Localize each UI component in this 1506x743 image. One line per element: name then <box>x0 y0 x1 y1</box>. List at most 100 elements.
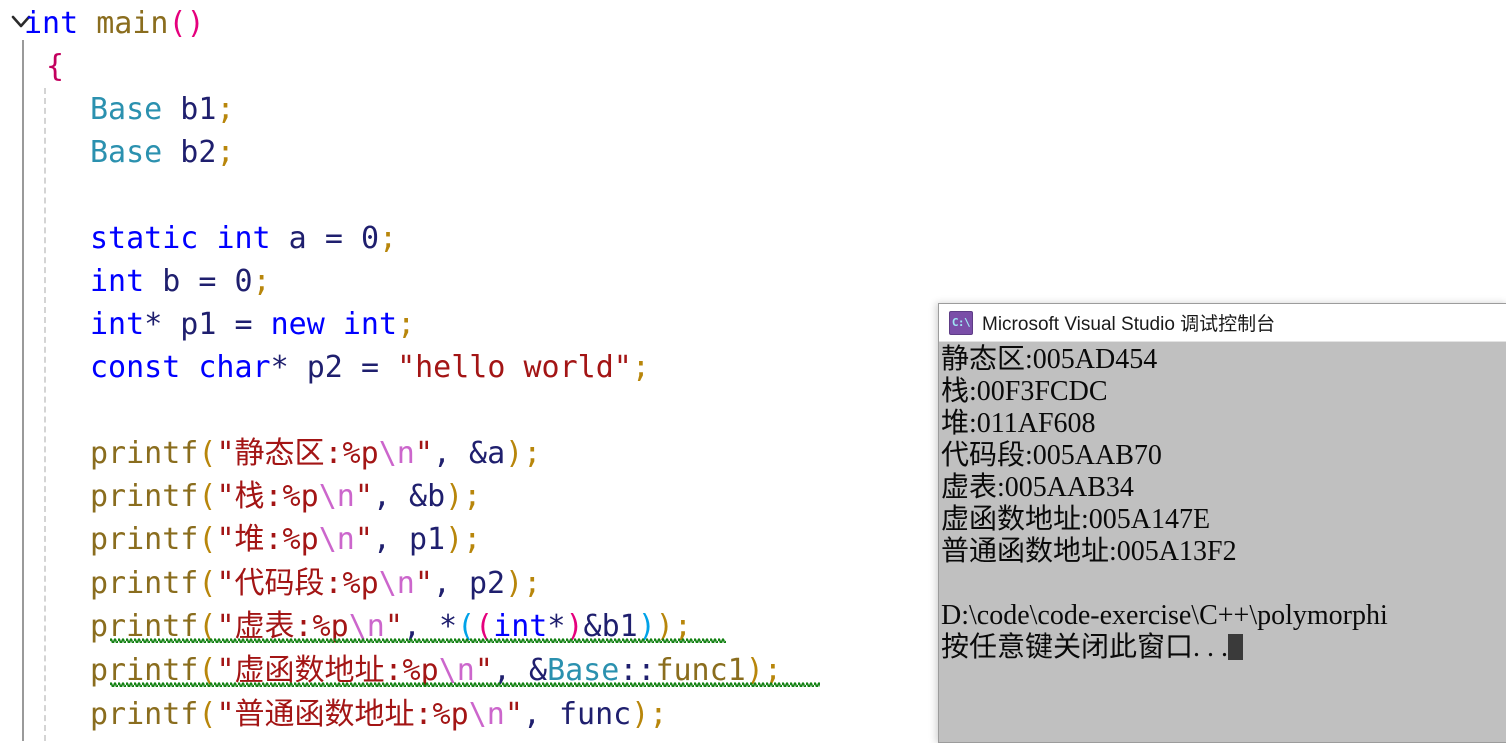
code-line[interactable]: int* p1 = new int; <box>0 303 415 347</box>
console-line: 堆:011AF608 <box>941 408 1096 439</box>
code-token: main <box>96 6 169 41</box>
code-token: int <box>90 264 145 299</box>
code-token: = <box>324 221 343 256</box>
code-token: , <box>432 436 451 471</box>
console-line: 虚表:005AAB34 <box>941 472 1134 503</box>
console-titlebar[interactable]: C:\ Microsoft Visual Studio 调试控制台 <box>939 304 1506 342</box>
code-token: ) <box>505 566 524 601</box>
code-line[interactable]: printf("静态区:%p\n", &a); <box>0 432 541 476</box>
code-token: \n <box>378 566 415 601</box>
code-token: "代码段:%p <box>216 566 379 601</box>
code-token: \n <box>318 522 355 557</box>
code-token: func <box>540 697 632 732</box>
code-token: " <box>504 697 523 732</box>
code-token: ) <box>505 436 524 471</box>
code-token: ; <box>252 264 271 299</box>
code-token: ; <box>523 566 542 601</box>
code-token: Base <box>90 135 163 170</box>
code-token: \n <box>468 697 505 732</box>
code-token: printf <box>90 436 199 471</box>
code-token: & <box>409 479 428 514</box>
code-token: "普通函数地址:%p <box>216 697 469 732</box>
code-line[interactable]: printf("栈:%p\n", &b); <box>0 475 481 519</box>
code-token: ( <box>198 522 217 557</box>
console-output-area[interactable]: 静态区:005AD454 栈:00F3FCDC 堆:011AF608 代码段:005A… <box>939 342 1506 742</box>
code-line[interactable]: const char* p2 = "hello world"; <box>0 346 650 390</box>
code-token: " <box>414 566 433 601</box>
code-token: ( <box>168 6 187 41</box>
console-line: 代码段:005AAB70 <box>941 440 1162 471</box>
code-token: "栈:%p <box>216 479 319 514</box>
code-line[interactable]: printf("普通函数地址:%p\n", func); <box>0 693 667 737</box>
code-token: printf <box>90 566 199 601</box>
code-line[interactable]: { <box>0 45 64 89</box>
code-line[interactable]: int main() <box>0 2 205 46</box>
code-token: { <box>46 49 65 84</box>
code-line[interactable] <box>0 174 108 218</box>
console-line: 静态区:005AD454 <box>941 344 1158 375</box>
code-token: new <box>270 307 325 342</box>
code-line[interactable]: Base b1; <box>0 88 235 132</box>
console-line: 栈:00F3FCDC <box>941 376 1108 407</box>
code-token: ; <box>523 436 542 471</box>
code-token: int <box>24 6 79 41</box>
code-token: ; <box>463 479 482 514</box>
console-line: 虚函数地址:005A147E <box>941 504 1211 535</box>
code-token: int <box>90 307 145 342</box>
code-token: = <box>360 350 379 385</box>
code-token: ) <box>186 6 205 41</box>
code-token: " <box>354 522 373 557</box>
error-squiggle <box>110 681 820 687</box>
code-token: , <box>432 566 451 601</box>
code-token: , <box>372 522 391 557</box>
code-token: b2 <box>162 135 217 170</box>
code-line[interactable]: printf("堆:%p\n", p1); <box>0 518 481 562</box>
debug-console-window[interactable]: C:\ Microsoft Visual Studio 调试控制台 静态区:00… <box>938 303 1506 743</box>
code-token: ; <box>649 697 668 732</box>
code-line[interactable] <box>0 389 108 433</box>
console-line: 普通函数地址:005A13F2 <box>941 536 1237 567</box>
code-line[interactable]: Base b2; <box>0 131 235 175</box>
code-token: "静态区:%p <box>216 436 379 471</box>
code-token: "堆:%p <box>216 522 319 557</box>
code-token: b <box>144 264 199 299</box>
code-token: printf <box>90 522 199 557</box>
code-token: a <box>270 221 325 256</box>
code-token: ( <box>198 697 217 732</box>
console-line: 按任意键关闭此窗口. . . <box>941 632 1506 664</box>
code-token: a <box>487 436 506 471</box>
code-line[interactable]: static int a = 0; <box>0 217 397 261</box>
code-token: printf <box>90 697 199 732</box>
code-line[interactable]: printf("代码段:%p\n", p2); <box>0 562 541 606</box>
console-window-title: Microsoft Visual Studio 调试控制台 <box>982 314 1276 335</box>
code-token: \n <box>318 479 355 514</box>
code-token: ( <box>198 479 217 514</box>
code-token: char <box>198 350 271 385</box>
code-token: p2 <box>288 350 361 385</box>
code-token: = <box>198 264 217 299</box>
code-token: ; <box>216 135 235 170</box>
code-token: ) <box>445 522 464 557</box>
code-token: int <box>342 307 398 342</box>
code-token: ) <box>445 479 464 514</box>
code-token: , <box>522 697 541 732</box>
code-token: ) <box>631 697 650 732</box>
code-line[interactable]: int b = 0; <box>0 260 271 304</box>
error-squiggle <box>110 637 726 643</box>
code-token: ; <box>463 522 482 557</box>
code-token: p1 <box>390 522 446 557</box>
console-icon-label: C:\ <box>951 316 971 329</box>
code-token: b <box>427 479 446 514</box>
code-token: "hello world" <box>397 350 632 385</box>
code-token: p1 <box>162 307 235 342</box>
